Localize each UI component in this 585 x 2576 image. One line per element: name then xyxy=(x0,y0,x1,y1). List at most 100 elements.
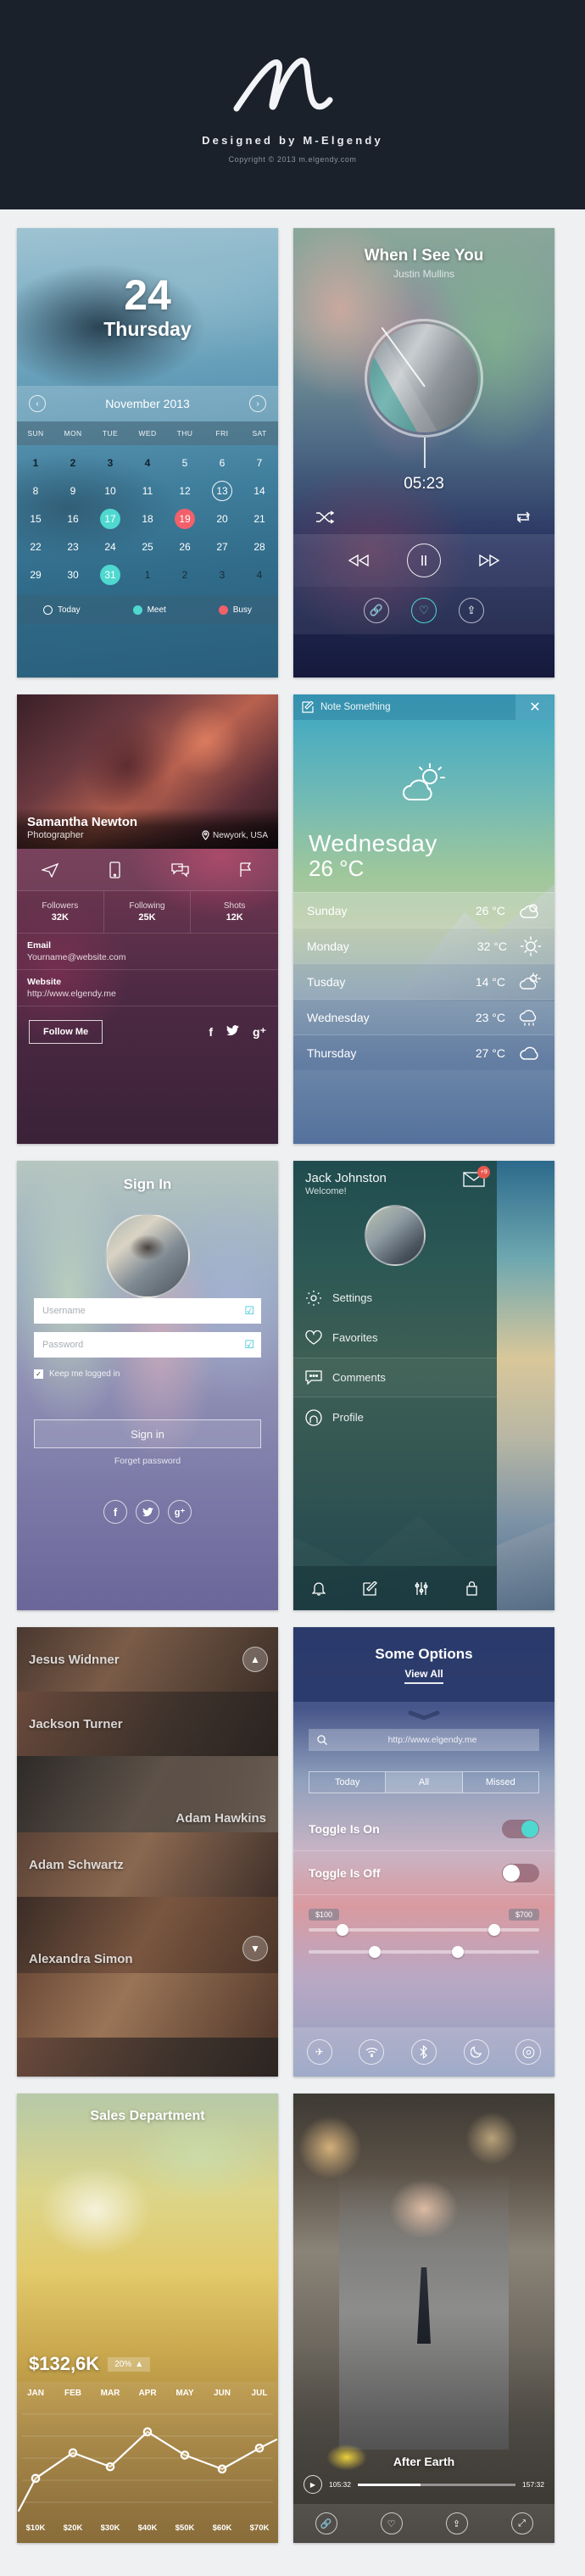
menu-item-comments[interactable]: Comments xyxy=(293,1358,498,1397)
calendar-day-cell[interactable]: 19 xyxy=(166,505,203,532)
album-art-container[interactable] xyxy=(365,319,483,468)
slider-knob-max[interactable] xyxy=(488,1924,501,1936)
facebook-icon[interactable]: f xyxy=(209,1025,213,1039)
note-something-button[interactable]: Note Something xyxy=(293,701,515,713)
heart-icon[interactable]: ♡ xyxy=(411,598,437,623)
calendar-day-cell[interactable]: 29 xyxy=(17,560,54,588)
avatar[interactable] xyxy=(365,1205,426,1266)
slider-knob-min[interactable] xyxy=(336,1924,348,1936)
shuffle-icon[interactable] xyxy=(315,510,334,524)
toggle-switch-on[interactable] xyxy=(502,1819,539,1838)
twitter-icon[interactable] xyxy=(226,1025,240,1039)
calendar-day-cell[interactable]: 4 xyxy=(129,449,166,477)
sliders-icon[interactable] xyxy=(414,1581,428,1596)
twitter-icon[interactable] xyxy=(136,1500,159,1524)
mail-icon[interactable]: +9 xyxy=(463,1166,491,1191)
calendar-day-cell[interactable]: 8 xyxy=(17,477,54,505)
calendar-day-cell[interactable]: 25 xyxy=(129,532,166,560)
calendar-day-cell[interactable]: 3 xyxy=(203,560,241,588)
phone-icon[interactable] xyxy=(109,861,120,878)
check-box-icon[interactable]: ☑ xyxy=(244,1338,254,1352)
moon-icon[interactable] xyxy=(463,2039,489,2065)
calendar-day-cell[interactable]: 22 xyxy=(17,532,54,560)
calendar-day-cell[interactable]: 15 xyxy=(17,505,54,532)
link-icon[interactable]: 🔗 xyxy=(315,2512,337,2534)
follow-me-button[interactable]: Follow Me xyxy=(29,1020,103,1044)
forecast-row[interactable]: Sunday 26 °C xyxy=(293,892,554,928)
segment-all[interactable]: All xyxy=(386,1772,463,1793)
calendar-day-cell[interactable]: 13 xyxy=(203,477,241,505)
pause-icon[interactable] xyxy=(407,544,441,577)
calendar-day-cell[interactable]: 31 xyxy=(92,560,129,588)
toggle-switch-off[interactable] xyxy=(502,1863,539,1882)
forecast-row[interactable]: Thursday 27 °C xyxy=(293,1034,554,1070)
share-icon[interactable]: ⇪ xyxy=(445,2512,468,2534)
list-item[interactable]: Jackson Turner xyxy=(17,1692,278,1756)
calendar-day-cell[interactable]: 5 xyxy=(166,449,203,477)
list-item[interactable]: Adam Schwartz xyxy=(17,1832,278,1897)
calendar-day-cell[interactable]: 2 xyxy=(166,560,203,588)
link-icon[interactable]: 🔗 xyxy=(364,598,389,623)
calendar-day-cell[interactable]: 18 xyxy=(129,505,166,532)
slider-knob[interactable] xyxy=(368,1946,381,1958)
google-plus-icon[interactable]: g⁺ xyxy=(253,1025,266,1040)
close-icon[interactable]: ✕ xyxy=(515,694,554,720)
calendar-day-cell[interactable]: 10 xyxy=(92,477,129,505)
calendar-day-cell[interactable]: 30 xyxy=(54,560,92,588)
forecast-row[interactable]: Tusday 14 °C xyxy=(293,963,554,999)
calendar-day-cell[interactable]: 17 xyxy=(92,505,129,532)
calendar-day-cell[interactable]: 26 xyxy=(166,532,203,560)
lock-icon[interactable] xyxy=(465,1581,478,1596)
chevron-up-icon[interactable]: ▲ xyxy=(242,1647,268,1672)
calendar-day-cell[interactable]: 24 xyxy=(92,532,129,560)
calendar-day-cell[interactable]: 21 xyxy=(241,505,278,532)
calendar-day-cell[interactable]: 1 xyxy=(129,560,166,588)
menu-item-settings[interactable]: Settings xyxy=(293,1278,497,1318)
fast-forward-icon[interactable] xyxy=(478,554,500,567)
forget-password-link[interactable]: Forget password xyxy=(17,1456,278,1466)
chevron-down-icon[interactable]: ▼ xyxy=(242,1936,268,1961)
calendar-day-cell[interactable]: 27 xyxy=(203,532,241,560)
chevron-right-icon[interactable]: › xyxy=(249,395,266,412)
facebook-icon[interactable]: f xyxy=(103,1500,127,1524)
signin-button[interactable]: Sign in xyxy=(34,1419,261,1448)
chevron-left-icon[interactable]: ‹ xyxy=(29,395,46,412)
menu-item-favorites[interactable]: Favorites xyxy=(293,1318,497,1358)
compose-icon[interactable] xyxy=(362,1581,377,1596)
rewind-icon[interactable] xyxy=(348,554,370,567)
bell-icon[interactable] xyxy=(312,1581,326,1596)
calendar-day-cell[interactable]: 3 xyxy=(92,449,129,477)
airplane-icon[interactable]: ✈ xyxy=(306,2039,332,2065)
send-icon[interactable] xyxy=(41,862,58,878)
wifi-icon[interactable] xyxy=(359,2039,385,2065)
heart-icon[interactable]: ♡ xyxy=(380,2512,403,2534)
calendar-day-grid[interactable]: 1 2 3 4 5 6 7 8 9 10 11 12 13 14 15 16 17 18 19 20 21 22 23 24 2… xyxy=(17,445,278,588)
calendar-day-cell[interactable]: 1 xyxy=(17,449,54,477)
keep-logged-in-row[interactable]: ✓ Keep me logged in xyxy=(17,1366,278,1379)
calendar-day-cell[interactable]: 14 xyxy=(241,477,278,505)
segment-missed[interactable]: Missed xyxy=(463,1772,538,1793)
forecast-row[interactable]: Wednesday 23 °C xyxy=(293,999,554,1034)
calendar-day-cell[interactable]: 9 xyxy=(54,477,92,505)
calendar-day-cell[interactable]: 7 xyxy=(241,449,278,477)
website-value[interactable]: http://www.elgendy.me xyxy=(27,989,268,999)
flag-icon[interactable] xyxy=(239,861,253,878)
calendar-day-cell[interactable]: 23 xyxy=(54,532,92,560)
slider-knob-2[interactable] xyxy=(451,1946,464,1958)
share-icon[interactable]: ⇪ xyxy=(459,598,484,623)
menu-item-profile[interactable]: Profile xyxy=(293,1397,497,1437)
calendar-day-cell[interactable]: 4 xyxy=(241,560,278,588)
username-input[interactable]: Username ☑ xyxy=(34,1298,261,1324)
forecast-row[interactable]: Monday 32 °C xyxy=(293,928,554,963)
settings-icon[interactable] xyxy=(515,2039,542,2065)
list-item[interactable]: Adam Hawkins xyxy=(17,1756,278,1832)
range-slider-track[interactable] xyxy=(309,1924,539,1936)
list-item[interactable]: Alexandra Simon ▼ xyxy=(17,1897,278,1973)
drag-handle-icon[interactable] xyxy=(293,1702,554,1720)
calendar-day-cell[interactable]: 6 xyxy=(203,449,241,477)
expand-icon[interactable]: ⤢ xyxy=(510,2512,533,2534)
repeat-icon[interactable] xyxy=(514,510,532,524)
google-plus-icon[interactable]: g⁺ xyxy=(168,1500,192,1524)
search-input[interactable]: http://www.elgendy.me xyxy=(309,1729,539,1751)
calendar-day-cell[interactable]: 16 xyxy=(54,505,92,532)
